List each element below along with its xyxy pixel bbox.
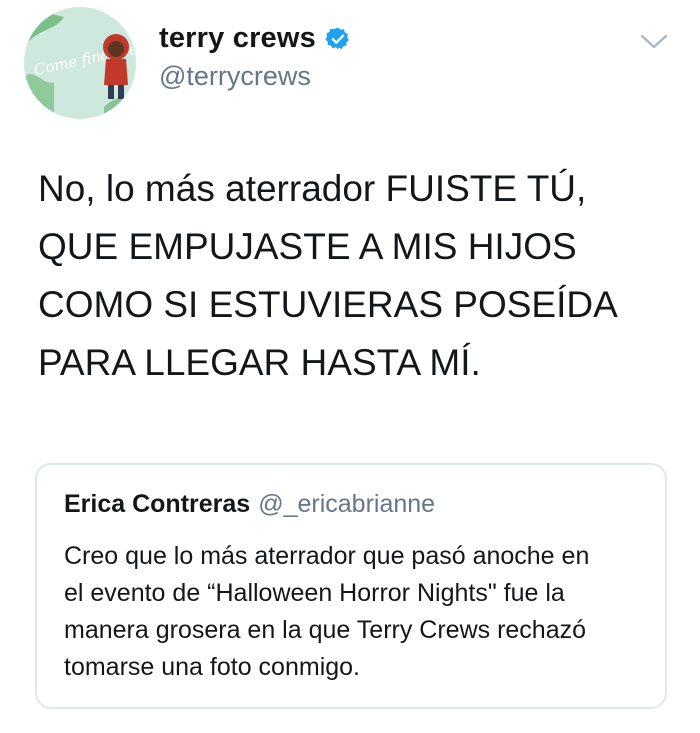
author-display-name[interactable]: terry crews <box>159 22 316 55</box>
avatar-image: Come find me <box>24 7 136 119</box>
quoted-text-line: Creo que lo más aterrador que pasó anoch… <box>64 542 590 570</box>
quoted-author-name: Erica Contreras <box>64 490 251 518</box>
quoted-text-line: el evento de “Halloween Horror Nights" f… <box>64 579 565 607</box>
tweet-text-line: QUE EMPUJASTE A MIS HIJOS <box>38 226 577 267</box>
quoted-text-line: tomarse una foto conmigo. <box>64 653 360 681</box>
quoted-tweet-header: Erica Contreras @_ericabrianne <box>64 490 435 519</box>
tweet-text-line: COMO SI ESTUVIERAS POSEÍDA <box>38 284 618 325</box>
tweet-text-line: No, lo más aterrador FUISTE TÚ, <box>38 168 587 209</box>
quoted-author-handle: @_ericabrianne <box>258 490 436 518</box>
quoted-tweet-text: Creo que lo más aterrador que pasó anoch… <box>64 538 654 686</box>
tweet-text: No, lo más aterrador FUISTE TÚ, QUE EMPU… <box>38 160 678 392</box>
author-handle[interactable]: @terrycrews <box>159 61 311 92</box>
verified-badge-icon <box>325 26 351 52</box>
tweet-text-line: PARA LLEGAR HASTA MÍ. <box>38 342 481 383</box>
quoted-tweet[interactable]: Erica Contreras @_ericabrianne Creo que l… <box>35 463 667 709</box>
chevron-down-icon[interactable] <box>638 32 670 52</box>
quoted-text-line: manera grosera en la que Terry Crews rec… <box>64 616 587 644</box>
tweet-card: Come find me terry crews @terrycrews No,… <box>0 0 700 733</box>
avatar[interactable]: Come find me <box>24 7 136 119</box>
author-name-row[interactable]: terry crews <box>159 22 351 55</box>
